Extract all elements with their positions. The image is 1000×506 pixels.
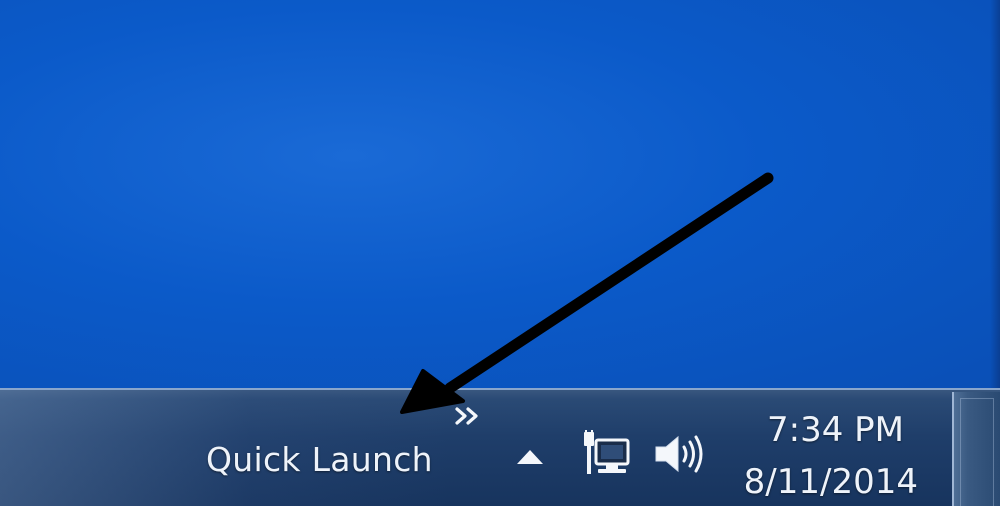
show-desktop-button-frame: [960, 398, 994, 506]
clock-time: 7:34 PM: [767, 410, 904, 450]
network-wired-icon[interactable]: [580, 430, 632, 478]
speaker-volume-icon[interactable]: [652, 432, 708, 476]
quick-launch-toolbar[interactable]: Quick Launch: [196, 402, 496, 492]
screen: Quick Launch 7:34 PM 8/11/2014: [0, 0, 1000, 506]
quick-launch-label: Quick Launch: [206, 440, 433, 479]
show-hidden-icons-arrow-icon[interactable]: [513, 442, 547, 470]
system-clock[interactable]: 7:34 PM 8/11/2014: [738, 406, 938, 502]
taskbar[interactable]: Quick Launch 7:34 PM 8/11/2014: [0, 388, 1000, 506]
show-desktop-button[interactable]: [952, 392, 1000, 506]
chevron-overflow-icon[interactable]: [454, 406, 482, 426]
clock-date: 8/11/2014: [743, 462, 918, 502]
desktop-background[interactable]: [0, 0, 1000, 390]
desktop-edge-shadow: [990, 0, 1000, 390]
